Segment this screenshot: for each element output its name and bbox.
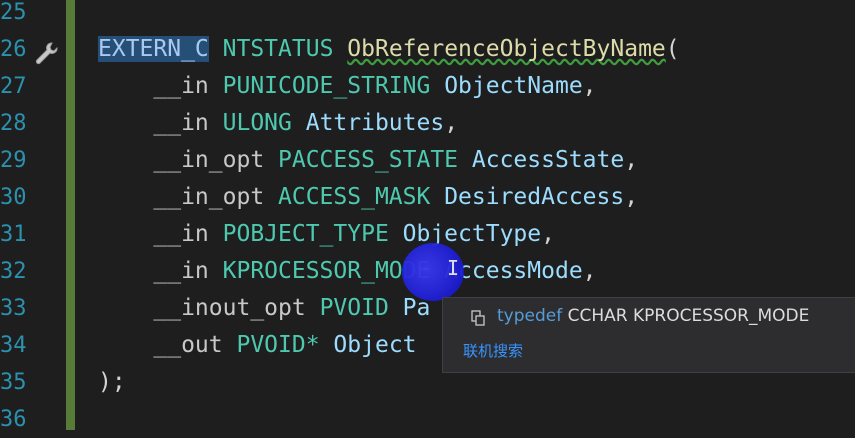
code-text[interactable]: __inout_opt PVOID Pa [98,290,430,327]
line-number: 29 [0,148,27,173]
line-number: 27 [0,74,27,99]
code-line[interactable]: 32 __in KPROCESSOR_MODE AccessMode, [0,253,855,290]
line-number: 33 [0,296,27,321]
code-token-type: POBJECT_TYPE [222,221,389,247]
change-indicator-bar [66,0,75,430]
code-token-type: KPROCESSOR_MODE [222,258,431,284]
code-line[interactable]: 28 __in ULONG Attributes, [0,105,855,142]
line-number: 34 [0,333,27,358]
line-number: 28 [0,111,27,136]
line-number: 32 [0,259,27,284]
typedef-icon [471,310,485,326]
code-text[interactable]: __in PUNICODE_STRING ObjectName, [98,68,597,105]
code-token-anno: __in [98,110,223,136]
code-text[interactable]: ); [98,364,126,401]
line-number: 36 [0,407,27,432]
tooltip-keyword: typedef [497,306,563,326]
code-token-type: ACCESS_MASK [278,184,431,210]
code-token-param: DesiredAccess [430,184,625,210]
code-line[interactable]: 31 __in POBJECT_TYPE ObjectType, [0,216,855,253]
quick-info-tooltip: typedef CCHAR KPROCESSOR_MODE 联机搜索 [442,297,855,373]
code-token-type: PACCESS_STATE [278,147,459,173]
code-token-anno: __in [98,258,223,284]
code-text[interactable]: __in POBJECT_TYPE ObjectType, [98,216,555,253]
code-token-type: PUNICODE_STRING [222,73,431,99]
code-token-punct: , [582,258,597,284]
line-number: 26 [0,37,27,62]
code-text[interactable]: __out PVOID* Object [98,327,417,364]
code-token-punct: ); [98,369,126,395]
tooltip-type: CCHAR KPROCESSOR_MODE [567,306,810,326]
code-token-type: NTSTATUS [222,36,334,62]
ibeam-cursor-icon: I [447,256,459,280]
code-token-type: PVOID* [236,332,320,358]
code-token-anno: __in [98,73,223,99]
code-token-param: Object [319,332,417,358]
code-token-anno: __in_opt [98,147,279,173]
code-line[interactable]: 36 [0,401,855,438]
code-text[interactable]: __in ULONG Attributes, [98,105,458,142]
code-token-type: PVOID [319,295,389,321]
code-token-punct: ( [665,36,680,62]
code-token-sel: EXTERN_C [98,36,209,62]
code-line[interactable]: 30 __in_opt ACCESS_MASK DesiredAccess, [0,179,855,216]
code-line[interactable]: 29 __in_opt PACCESS_STATE AccessState, [0,142,855,179]
code-token-anno: __out [98,332,237,358]
code-token-param: ObjectType [388,221,542,247]
wrench-icon[interactable] [33,40,59,66]
code-token-anno: __inout_opt [98,295,320,321]
code-token-anno: __in [98,221,223,247]
code-text[interactable]: EXTERN_C NTSTATUS ObReferenceObjectByNam… [98,31,680,68]
code-text[interactable]: __in_opt ACCESS_MASK DesiredAccess, [98,179,638,216]
code-token-param: ObjectName [430,73,583,99]
code-token-param: Attributes [291,110,445,136]
search-online-link[interactable]: 联机搜索 [463,340,523,361]
code-token-punct [209,36,223,62]
code-token-fn: ObReferenceObjectByName [347,36,666,62]
code-token-punct: , [582,73,597,99]
code-token-punct: , [444,110,459,136]
code-token-punct [333,36,347,62]
code-line[interactable]: 26 EXTERN_C NTSTATUS ObReferenceObjectByN… [0,31,855,68]
code-text[interactable]: __in KPROCESSOR_MODE AccessMode, [98,253,597,290]
code-token-punct: , [541,221,555,247]
code-token-anno: __in_opt [98,184,279,210]
code-token-type: ULONG [222,110,292,136]
line-number: 31 [0,222,27,247]
code-token-punct: , [624,184,639,210]
code-text[interactable]: __in_opt PACCESS_STATE AccessState, [98,142,638,179]
tooltip-definition: typedef CCHAR KPROCESSOR_MODE [497,306,809,326]
code-token-punct: , [624,147,639,173]
code-line[interactable]: 27 __in PUNICODE_STRING ObjectName, [0,68,855,105]
line-number: 25 [0,0,27,25]
line-number: 30 [0,185,27,210]
code-token-param: AccessState [458,147,625,173]
line-number: 35 [0,370,27,395]
code-line[interactable]: 25 [0,0,855,31]
